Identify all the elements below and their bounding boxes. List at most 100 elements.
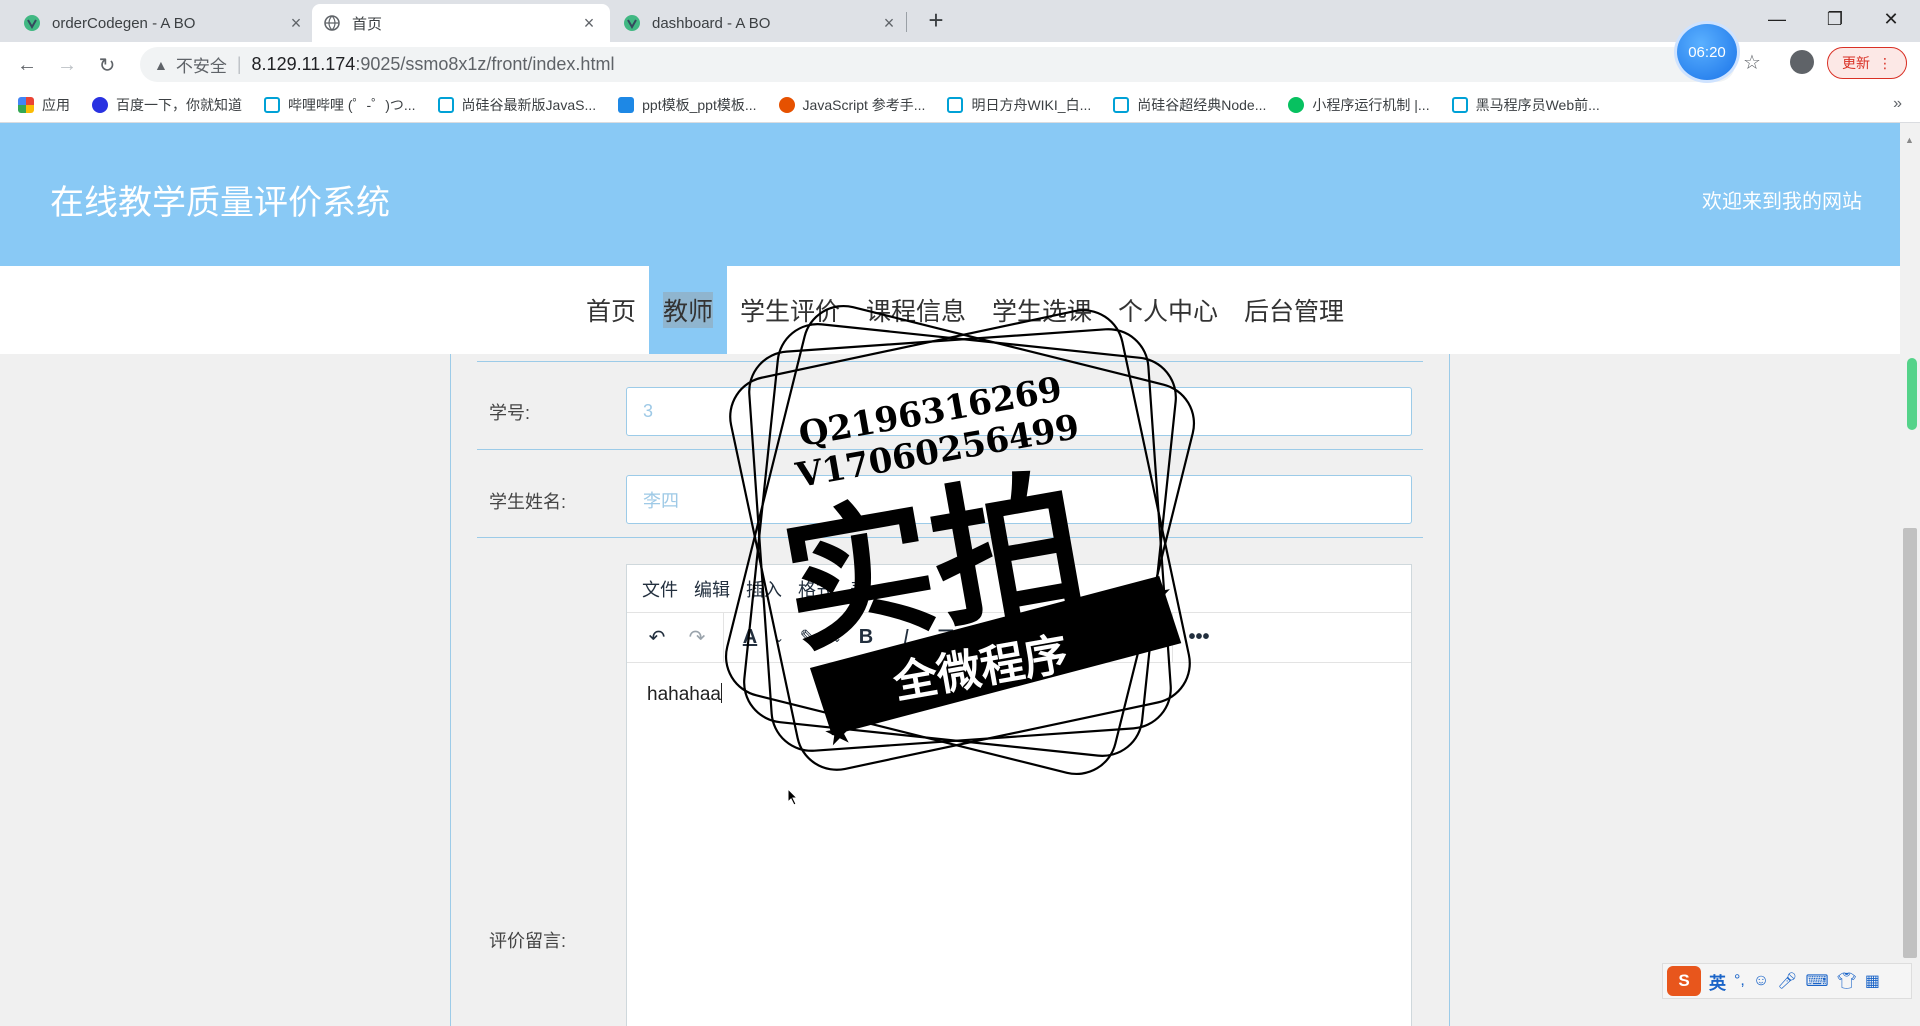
nav-label: 首页 <box>585 298 636 326</box>
site-welcome: 欢迎来到我的网站 <box>1702 191 1862 213</box>
text-caret <box>720 683 722 703</box>
more-menu-icon: ⋮ <box>1878 54 1892 71</box>
close-icon[interactable]: × <box>880 13 898 34</box>
bookmark-arknights[interactable]: 明日方舟WIKI_白... <box>947 95 1091 115</box>
menu-insert[interactable]: 插入 <box>746 576 782 602</box>
align-center-icon[interactable]: ☰ <box>966 621 1006 655</box>
nav-home[interactable]: 首页 <box>573 266 649 354</box>
menu-edit[interactable]: 编辑 <box>694 576 730 602</box>
bookmark-label: 百度一下，你就知道 <box>116 96 242 113</box>
nav-label: 教师 <box>662 292 713 328</box>
menu-file[interactable]: 文件 <box>642 576 678 602</box>
close-icon[interactable]: × <box>287 13 305 34</box>
bookmark-atguigu-node[interactable]: 尚硅谷超经典Node... <box>1113 95 1266 115</box>
bookmark-miniprogram[interactable]: 小程序运行机制 |... <box>1288 95 1430 115</box>
back-icon[interactable]: ← <box>12 50 42 80</box>
ime-toolbar: S 英 °, ☺ 🎤︎ ⌨ 👕︎ ▦ <box>1662 963 1912 999</box>
grid-icon[interactable]: ▦ <box>1865 971 1880 991</box>
align-right-icon[interactable]: ☰ <box>1006 621 1046 655</box>
bilibili-tv-icon <box>1113 96 1130 113</box>
bookmark-ppt[interactable]: ppt模板_ppt模板... <box>618 95 757 115</box>
bookmark-star-icon[interactable]: ☆ <box>1743 50 1761 75</box>
insecure-label: 不安全 <box>175 57 227 76</box>
align-left-icon[interactable]: ☰ <box>926 621 966 655</box>
menu-table[interactable]: 表 <box>850 576 868 602</box>
redo-icon[interactable]: ↷ <box>677 621 717 655</box>
reload-icon[interactable]: ↻ <box>92 50 122 80</box>
nav-teacher[interactable]: 教师 <box>648 266 727 354</box>
outdent-icon[interactable]: ⇤ <box>1086 621 1126 655</box>
update-label: 更新 <box>1842 55 1870 71</box>
bookmark-atguigu-js[interactable]: 尚硅谷最新版JavaS... <box>437 95 596 115</box>
text-color-icon[interactable]: A <box>730 621 770 655</box>
chevron-down-icon[interactable]: ⌄ <box>828 621 846 655</box>
skin-icon[interactable]: 👕︎ <box>1837 971 1857 991</box>
bookmark-apps[interactable]: 应用 <box>18 95 70 115</box>
bookmark-label: JavaScript 参考手... <box>802 96 926 113</box>
bold-icon[interactable]: B <box>846 621 886 655</box>
microphone-icon[interactable]: 🎤︎ <box>1777 971 1797 991</box>
browser-tab-ordercodegen[interactable]: orderCodegen - A BO × <box>12 4 317 42</box>
address-bar[interactable]: ▲ 不安全 | 8.129.11.174 :9025/ssmo8x1z/fron… <box>140 47 1735 82</box>
mouse-pointer-icon <box>787 788 799 806</box>
indent-icon[interactable]: ⇥ <box>1126 621 1166 655</box>
minimize-icon[interactable]: — <box>1748 0 1806 38</box>
sogou-logo-icon[interactable]: S <box>1667 966 1701 996</box>
divider <box>477 537 1423 538</box>
site-nav: 首页 教师 学生评价 课程信息 学生选课 个人中心 后台管理 <box>0 266 1900 354</box>
forward-icon[interactable]: → <box>52 50 82 80</box>
profile-avatar-icon[interactable] <box>1790 50 1814 74</box>
bookmark-js-reference[interactable]: JavaScript 参考手... <box>778 95 926 115</box>
tab-divider <box>906 12 907 32</box>
editor-toolbar: ↶ ↷ A ⌄ ✎ ⌄ B I ☰ ☰ ☰ ☰ ⇤ ⇥ ••• <box>627 612 1411 663</box>
bookmark-label: 黑马程序员Web前... <box>1475 96 1600 113</box>
page-scrollbar[interactable]: ▲ <box>1900 123 1920 1026</box>
undo-icon[interactable]: ↶ <box>637 621 677 655</box>
evaluation-form: 学号: 3 学生姓名: 李四 评价留言: 文件 编辑 插入 格式 表 ↶ ↷ A… <box>450 354 1450 1026</box>
site-title: 在线教学质量评价系统 <box>50 184 390 222</box>
update-button[interactable]: 更新 ⋮ <box>1827 47 1907 79</box>
bookmark-heima[interactable]: 黑马程序员Web前... <box>1451 95 1600 115</box>
browser-tab-home[interactable]: 首页 × <box>312 4 610 42</box>
tab-title: dashboard - A BO <box>652 14 771 32</box>
nav-label: 学生评价 <box>739 298 840 326</box>
baidu-paw-icon <box>92 96 108 113</box>
new-tab-button[interactable]: + <box>922 6 950 34</box>
nav-course-selection[interactable]: 学生选课 <box>979 266 1105 354</box>
keyboard-icon[interactable]: ⌨ <box>1806 971 1829 991</box>
student-name-field[interactable]: 李四 <box>626 475 1412 524</box>
nav-personal-center[interactable]: 个人中心 <box>1105 266 1231 354</box>
wechat-icon <box>1288 96 1305 113</box>
nav-label: 后台管理 <box>1244 298 1345 326</box>
close-icon[interactable]: × <box>580 13 598 34</box>
emoji-icon[interactable]: ☺ <box>1753 972 1769 990</box>
nav-course-info[interactable]: 课程信息 <box>853 266 979 354</box>
bookmark-baidu[interactable]: 百度一下，你就知道 <box>92 95 242 115</box>
menu-format[interactable]: 格式 <box>798 576 834 602</box>
punctuation-icon[interactable]: °, <box>1734 972 1745 990</box>
student-id-field[interactable]: 3 <box>626 387 1412 436</box>
align-justify-icon[interactable]: ☰ <box>1046 621 1086 655</box>
ime-mode[interactable]: 英 <box>1709 969 1726 994</box>
italic-icon[interactable]: I <box>886 621 926 655</box>
student-name-label: 学生姓名: <box>489 492 567 512</box>
restore-icon[interactable]: ❐ <box>1806 0 1864 38</box>
bookmarks-overflow-icon[interactable]: » <box>1893 95 1902 113</box>
editor-body[interactable]: hahahaa <box>627 663 1411 726</box>
browser-tab-dashboard[interactable]: dashboard - A BO × <box>612 4 910 42</box>
highlight-color-icon[interactable]: ✎ <box>788 621 828 655</box>
close-window-icon[interactable]: ✕ <box>1862 0 1920 38</box>
browser-toolbar: ← → ↻ ▲ 不安全 | 8.129.11.174 :9025/ssmo8x1… <box>0 42 1920 87</box>
more-icon[interactable]: ••• <box>1179 621 1219 655</box>
chevron-down-icon[interactable]: ⌄ <box>770 621 788 655</box>
rich-text-editor[interactable]: 文件 编辑 插入 格式 表 ↶ ↷ A ⌄ ✎ ⌄ B I ☰ ☰ ☰ ☰ ⇤ … <box>626 564 1412 1026</box>
mdn-icon <box>778 96 795 113</box>
bilibili-tv-icon <box>947 96 964 113</box>
globe-icon <box>324 15 340 31</box>
scrollbar-thumb[interactable] <box>1903 528 1917 958</box>
scroll-up-icon[interactable]: ▲ <box>1905 135 1914 145</box>
browser-tab-strip: orderCodegen - A BO × 首页 × dashboard - A… <box>0 0 1920 42</box>
nav-admin[interactable]: 后台管理 <box>1231 266 1357 354</box>
nav-student-evaluation[interactable]: 学生评价 <box>727 266 853 354</box>
bookmark-bilibili[interactable]: 哔哩哔哩 (゜-゜)つ... <box>264 95 416 115</box>
